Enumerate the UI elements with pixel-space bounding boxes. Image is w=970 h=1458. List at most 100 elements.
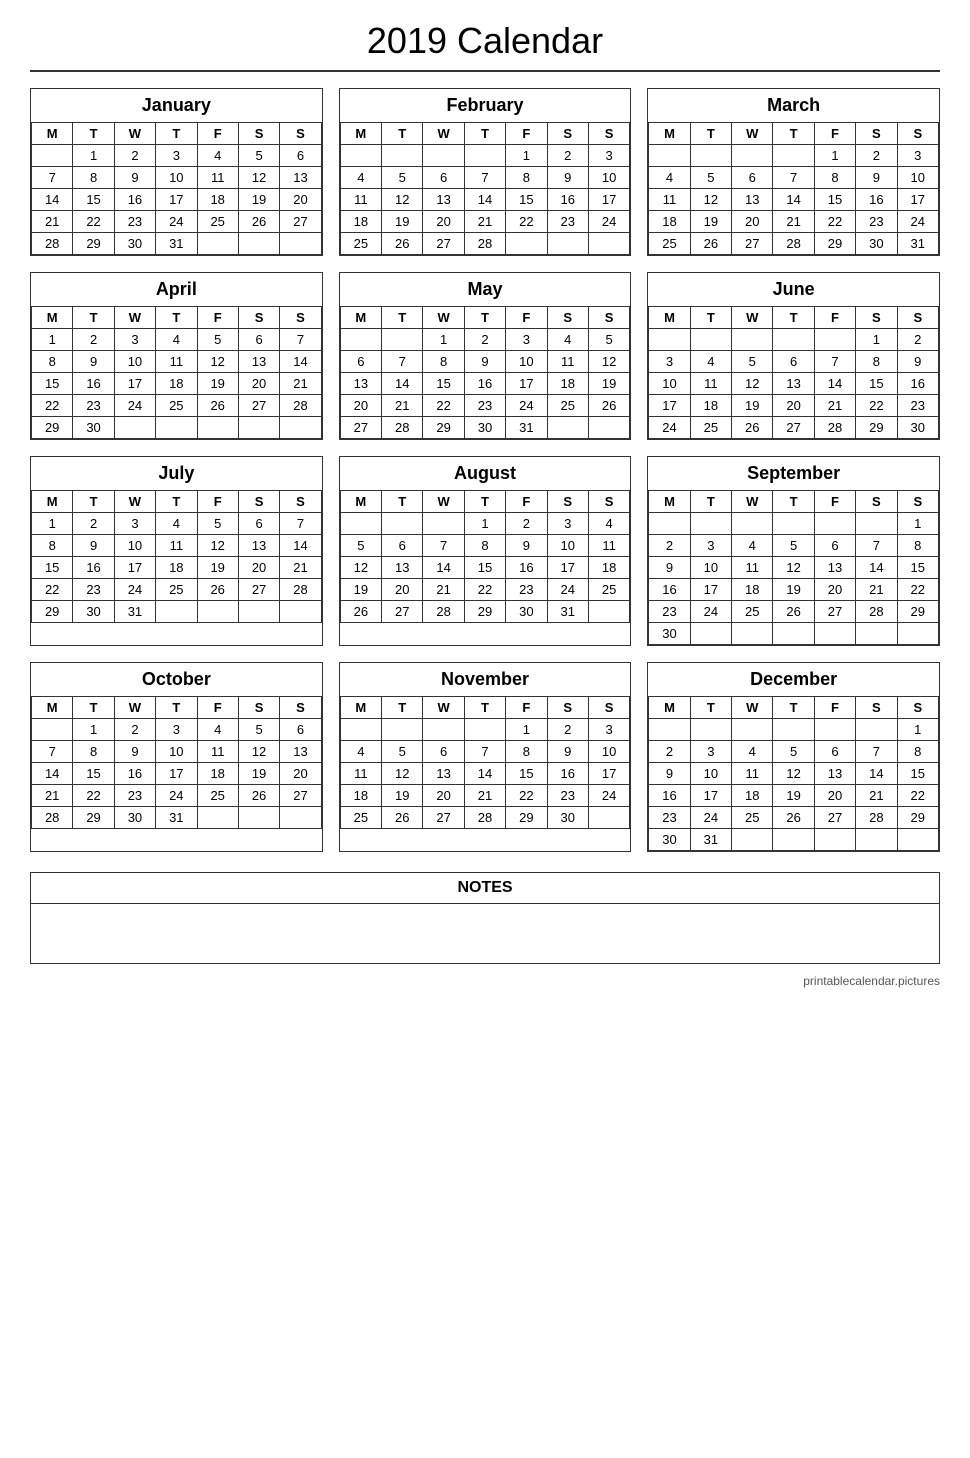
month-title-june: June bbox=[648, 273, 939, 306]
day-header: W bbox=[114, 123, 155, 145]
day-cell bbox=[649, 513, 690, 535]
day-cell: 25 bbox=[690, 417, 731, 439]
day-cell bbox=[690, 719, 731, 741]
day-cell: 5 bbox=[238, 719, 279, 741]
day-header: T bbox=[690, 697, 731, 719]
day-header: W bbox=[732, 491, 773, 513]
day-cell: 2 bbox=[547, 145, 588, 167]
day-cell: 10 bbox=[690, 763, 731, 785]
day-cell bbox=[732, 329, 773, 351]
notes-body[interactable] bbox=[31, 903, 939, 963]
day-cell: 25 bbox=[156, 395, 197, 417]
day-header: S bbox=[238, 307, 279, 329]
table-row: 23242526272829 bbox=[649, 807, 939, 829]
day-cell: 9 bbox=[73, 535, 114, 557]
day-cell: 22 bbox=[856, 395, 897, 417]
day-cell: 28 bbox=[856, 601, 897, 623]
day-cell: 10 bbox=[156, 741, 197, 763]
day-cell: 10 bbox=[114, 351, 155, 373]
day-cell: 12 bbox=[732, 373, 773, 395]
day-cell bbox=[197, 807, 238, 829]
table-row: 3456789 bbox=[649, 351, 939, 373]
day-cell: 9 bbox=[506, 535, 547, 557]
day-cell: 1 bbox=[897, 513, 938, 535]
day-cell: 22 bbox=[814, 211, 855, 233]
table-row: 1234567 bbox=[32, 329, 322, 351]
day-cell bbox=[340, 719, 381, 741]
day-cell: 24 bbox=[547, 579, 588, 601]
table-row: 18192021222324 bbox=[340, 785, 630, 807]
day-header: T bbox=[464, 307, 505, 329]
day-cell bbox=[773, 329, 814, 351]
day-header: T bbox=[464, 123, 505, 145]
day-header: S bbox=[897, 123, 938, 145]
day-cell: 18 bbox=[732, 785, 773, 807]
day-cell: 25 bbox=[197, 211, 238, 233]
day-cell bbox=[649, 719, 690, 741]
day-cell: 14 bbox=[856, 763, 897, 785]
day-cell: 19 bbox=[197, 557, 238, 579]
day-cell: 7 bbox=[464, 167, 505, 189]
day-cell: 9 bbox=[649, 557, 690, 579]
day-cell: 31 bbox=[690, 829, 731, 851]
month-table-may: MTWTFSS123456789101112131415161718192021… bbox=[340, 306, 631, 439]
day-header: S bbox=[897, 491, 938, 513]
day-cell: 23 bbox=[73, 579, 114, 601]
day-cell: 24 bbox=[156, 785, 197, 807]
day-cell: 11 bbox=[156, 535, 197, 557]
day-cell: 2 bbox=[73, 513, 114, 535]
day-cell bbox=[732, 829, 773, 851]
day-cell bbox=[732, 623, 773, 645]
month-table-march: MTWTFSS123456789101112131415161718192021… bbox=[648, 122, 939, 255]
day-cell: 22 bbox=[506, 785, 547, 807]
month-title-april: April bbox=[31, 273, 322, 306]
day-header: T bbox=[773, 307, 814, 329]
day-cell: 15 bbox=[856, 373, 897, 395]
day-cell: 3 bbox=[114, 513, 155, 535]
day-cell: 8 bbox=[464, 535, 505, 557]
month-title-february: February bbox=[340, 89, 631, 122]
day-cell: 19 bbox=[238, 189, 279, 211]
table-row: 123 bbox=[340, 145, 630, 167]
day-cell: 6 bbox=[382, 535, 423, 557]
day-cell: 22 bbox=[73, 211, 114, 233]
table-row: 78910111213 bbox=[32, 741, 322, 763]
day-cell: 21 bbox=[32, 785, 73, 807]
month-title-september: September bbox=[648, 457, 939, 490]
day-cell: 2 bbox=[114, 719, 155, 741]
day-cell: 4 bbox=[197, 145, 238, 167]
day-cell: 3 bbox=[156, 145, 197, 167]
table-row: 1234567 bbox=[32, 513, 322, 535]
day-header: T bbox=[690, 307, 731, 329]
day-cell: 27 bbox=[423, 807, 464, 829]
day-cell: 16 bbox=[649, 785, 690, 807]
day-cell: 15 bbox=[506, 763, 547, 785]
day-cell: 11 bbox=[340, 763, 381, 785]
day-cell: 23 bbox=[547, 211, 588, 233]
day-header: T bbox=[464, 697, 505, 719]
day-cell: 21 bbox=[464, 785, 505, 807]
day-cell: 29 bbox=[897, 807, 938, 829]
day-cell: 17 bbox=[156, 189, 197, 211]
day-cell: 2 bbox=[464, 329, 505, 351]
table-row: 123456 bbox=[32, 145, 322, 167]
day-cell: 8 bbox=[423, 351, 464, 373]
day-cell bbox=[897, 829, 938, 851]
table-row: 1 bbox=[649, 513, 939, 535]
day-cell: 8 bbox=[73, 167, 114, 189]
day-cell: 1 bbox=[32, 329, 73, 351]
day-cell: 31 bbox=[114, 601, 155, 623]
day-header: T bbox=[73, 123, 114, 145]
day-header: S bbox=[238, 491, 279, 513]
day-cell: 9 bbox=[856, 167, 897, 189]
day-cell: 27 bbox=[773, 417, 814, 439]
day-cell: 30 bbox=[73, 417, 114, 439]
day-header: F bbox=[197, 491, 238, 513]
day-cell bbox=[732, 513, 773, 535]
day-header: F bbox=[197, 697, 238, 719]
day-cell: 11 bbox=[649, 189, 690, 211]
day-header: F bbox=[814, 491, 855, 513]
day-cell: 1 bbox=[856, 329, 897, 351]
day-cell: 9 bbox=[547, 741, 588, 763]
day-cell bbox=[238, 417, 279, 439]
